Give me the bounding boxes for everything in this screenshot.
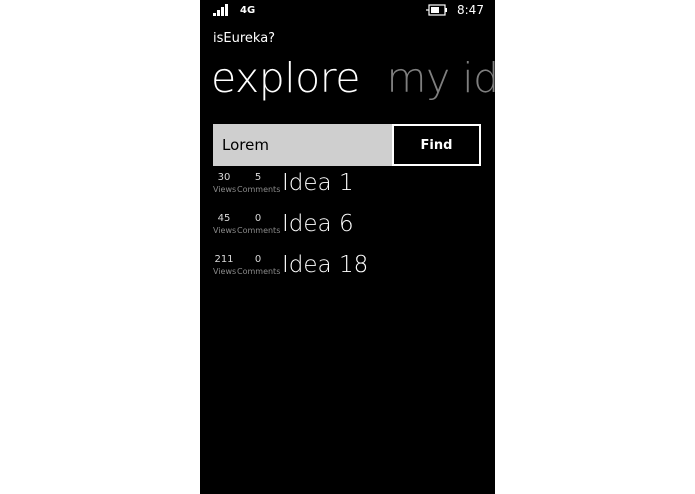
status-bar: 4G 8:47 xyxy=(200,0,495,24)
battery-charging-icon xyxy=(426,4,447,16)
views-stat: 211 Views xyxy=(213,254,237,277)
comments-stat: 5 Comments xyxy=(237,172,281,195)
idea-list-item[interactable]: 30 Views 5 Comments Idea 1 xyxy=(213,168,483,209)
comments-count: 5 xyxy=(254,172,262,183)
views-label: Views xyxy=(213,267,237,276)
tab-explore[interactable]: explore xyxy=(211,54,360,102)
views-stat: 30 Views xyxy=(213,172,237,195)
views-label: Views xyxy=(213,185,237,194)
phone-screen: 4G 8:47 isEureka? explore my idea Lorem … xyxy=(200,0,495,494)
views-count: 211 xyxy=(214,254,234,265)
views-stat: 45 Views xyxy=(213,213,237,236)
signal-bars-icon xyxy=(213,4,228,16)
comments-count: 0 xyxy=(254,254,262,265)
views-label: Views xyxy=(213,226,237,235)
tab-my-idea[interactable]: my idea xyxy=(387,54,496,102)
network-type: 4G xyxy=(240,5,256,16)
app-title: isEureka? xyxy=(213,31,276,46)
clock: 8:47 xyxy=(457,3,484,17)
find-button[interactable]: Find xyxy=(392,124,481,166)
comments-label: Comments xyxy=(237,267,281,276)
idea-list: 30 Views 5 Comments Idea 1 45 Views 0 Co… xyxy=(213,168,483,291)
comments-label: Comments xyxy=(237,226,281,235)
comments-stat: 0 Comments xyxy=(237,213,281,236)
views-count: 30 xyxy=(217,172,231,183)
idea-title[interactable]: Idea 18 xyxy=(282,252,368,278)
idea-title[interactable]: Idea 6 xyxy=(282,211,354,237)
comments-count: 0 xyxy=(254,213,262,224)
comments-label: Comments xyxy=(237,185,281,194)
pivot-header: explore my idea xyxy=(211,54,495,102)
idea-list-item[interactable]: 211 Views 0 Comments Idea 18 xyxy=(213,250,483,291)
views-count: 45 xyxy=(217,213,231,224)
search-input[interactable]: Lorem xyxy=(213,124,393,166)
idea-list-item[interactable]: 45 Views 0 Comments Idea 6 xyxy=(213,209,483,250)
comments-stat: 0 Comments xyxy=(237,254,281,277)
idea-title[interactable]: Idea 1 xyxy=(282,170,354,196)
